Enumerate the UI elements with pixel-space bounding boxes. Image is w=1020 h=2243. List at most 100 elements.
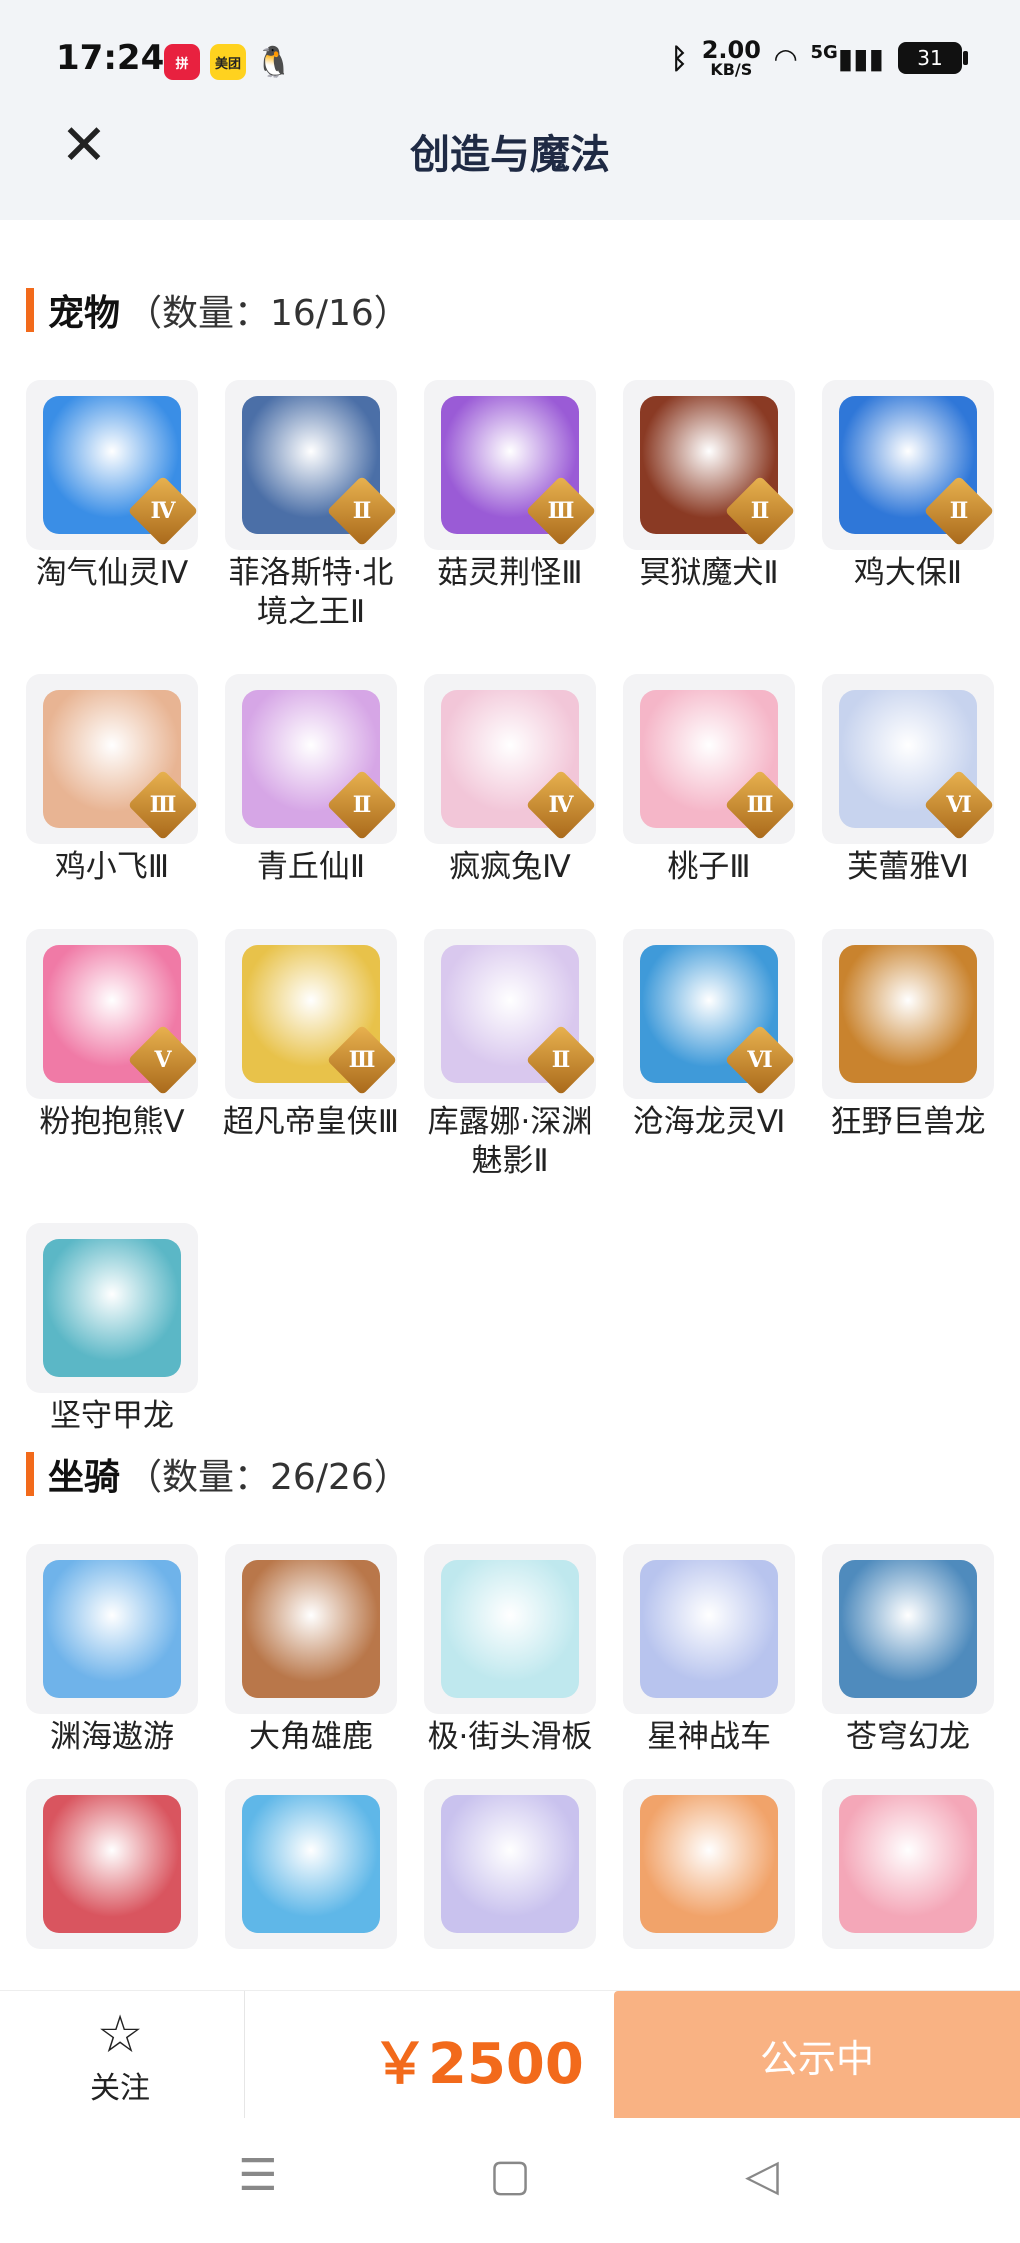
item-thumbnail: Ⅲ bbox=[623, 674, 795, 844]
item-art bbox=[839, 1795, 977, 1933]
grid-item[interactable]: 坚守甲龙 bbox=[26, 1223, 198, 1436]
top-bar: 17:24 拼 美团 🐧 ᛒ 2.00 KB/S ◠ 5G▮▮▮ 31 ✕ 创造与… bbox=[0, 0, 1020, 220]
item-label: 坚守甲龙 bbox=[50, 1398, 174, 1434]
rank-badge: Ⅱ bbox=[923, 475, 994, 547]
section-accent-bar bbox=[26, 288, 34, 332]
divider bbox=[244, 1991, 245, 2119]
grid-item[interactable]: 狂野巨兽龙 bbox=[822, 929, 994, 1181]
grid-item[interactable]: 苍穹幻龙 bbox=[822, 1544, 994, 1757]
grid-item[interactable]: 极·街头滑板 bbox=[424, 1544, 596, 1757]
item-thumbnail: Ⅳ bbox=[424, 674, 596, 844]
item-thumbnail: Ⅱ bbox=[225, 380, 397, 550]
rank-badge: Ⅲ bbox=[525, 475, 596, 547]
grid-item[interactable]: Ⅱ 青丘仙Ⅱ bbox=[225, 674, 397, 887]
section-accent-bar bbox=[26, 1452, 34, 1496]
item-art bbox=[441, 1560, 579, 1698]
item-label: 疯疯兔Ⅳ bbox=[449, 849, 571, 885]
item-label: 粉抱抱熊Ⅴ bbox=[39, 1104, 185, 1140]
item-label: 超凡帝皇侠Ⅲ bbox=[222, 1104, 400, 1140]
item-label: 桃子Ⅲ bbox=[667, 849, 751, 885]
item-label: 大角雄鹿 bbox=[249, 1719, 373, 1755]
grid-item[interactable]: Ⅳ 疯疯兔Ⅳ bbox=[424, 674, 596, 887]
signal-icon: 5G▮▮▮ bbox=[810, 41, 884, 75]
item-thumbnail: Ⅱ bbox=[225, 674, 397, 844]
item-art bbox=[43, 1560, 181, 1698]
item-label: 极·街头滑板 bbox=[427, 1719, 593, 1755]
grid-item[interactable]: Ⅲ 超凡帝皇侠Ⅲ bbox=[223, 929, 399, 1181]
item-thumbnail bbox=[26, 1223, 198, 1393]
item-label: 冥狱魔犬Ⅱ bbox=[639, 555, 779, 591]
rank-badge: Ⅵ bbox=[724, 1024, 795, 1096]
menu-icon[interactable]: ☰ bbox=[228, 2150, 288, 2201]
grid-item[interactable]: Ⅵ 芙蕾雅Ⅵ bbox=[822, 674, 994, 887]
item-thumbnail bbox=[623, 1544, 795, 1714]
grid-item[interactable]: Ⅲ 桃子Ⅲ bbox=[623, 674, 795, 887]
item-thumbnail bbox=[822, 929, 994, 1099]
item-thumbnail: Ⅱ bbox=[623, 380, 795, 550]
rank-badge: Ⅳ bbox=[525, 769, 596, 841]
item-thumbnail: Ⅱ bbox=[424, 929, 596, 1099]
item-art bbox=[43, 1795, 181, 1933]
rank-badge: Ⅱ bbox=[724, 475, 795, 547]
grid-item[interactable]: Ⅲ 鸡小飞Ⅲ bbox=[26, 674, 198, 887]
item-thumbnail: Ⅲ bbox=[26, 674, 198, 844]
status-time: 17:24 bbox=[56, 38, 165, 78]
grid-item[interactable]: Ⅱ 冥狱魔犬Ⅱ bbox=[623, 380, 795, 632]
grid-item[interactable]: 大角雄鹿 bbox=[225, 1544, 397, 1757]
grid-item[interactable] bbox=[225, 1779, 397, 1953]
system-nav-bar: ☰ ▢ ◁ bbox=[0, 2118, 1020, 2243]
grid-item[interactable]: 渊海遨游 bbox=[26, 1544, 198, 1757]
item-label: 菇灵荆怪Ⅲ bbox=[437, 555, 583, 591]
grid-item[interactable]: Ⅱ 鸡大保Ⅱ bbox=[822, 380, 994, 632]
grid-item[interactable] bbox=[424, 1779, 596, 1953]
item-art bbox=[640, 1560, 778, 1698]
grid-item[interactable]: Ⅴ 粉抱抱熊Ⅴ bbox=[26, 929, 198, 1181]
item-art bbox=[839, 1560, 977, 1698]
price: ￥2500 bbox=[372, 2032, 584, 2097]
grid-item[interactable]: Ⅲ 菇灵荆怪Ⅲ bbox=[424, 380, 596, 632]
grid-item[interactable]: Ⅳ 淘气仙灵Ⅳ bbox=[26, 380, 198, 632]
rank-badge: Ⅲ bbox=[127, 769, 198, 841]
back-icon[interactable]: ◁ bbox=[732, 2150, 792, 2201]
grid-item[interactable]: Ⅵ 沧海龙灵Ⅵ bbox=[623, 929, 795, 1181]
item-thumbnail bbox=[225, 1544, 397, 1714]
section-header-mounts: 坐骑 （数量：26/26） bbox=[26, 1452, 410, 1498]
grid-item[interactable]: 星神战车 bbox=[623, 1544, 795, 1757]
star-icon: ☆ bbox=[96, 2005, 144, 2065]
page-title: 创造与魔法 bbox=[410, 132, 610, 178]
item-thumbnail bbox=[424, 1779, 596, 1949]
bottom-action-bar: ☆ 关注 ￥2500 公示中 bbox=[0, 1990, 1020, 2119]
battery-icon: 31 bbox=[898, 42, 968, 74]
item-art bbox=[839, 945, 977, 1083]
item-label: 星神战车 bbox=[647, 1719, 771, 1755]
rank-badge: Ⅲ bbox=[326, 1024, 397, 1096]
grid-item[interactable] bbox=[26, 1779, 198, 1953]
follow-button[interactable]: ☆ 关注 bbox=[60, 2009, 180, 2107]
home-icon[interactable]: ▢ bbox=[480, 2150, 540, 2201]
rank-badge: Ⅱ bbox=[326, 475, 397, 547]
item-art bbox=[242, 1560, 380, 1698]
item-art bbox=[242, 1795, 380, 1933]
item-label: 库露娜·深渊魅影Ⅱ bbox=[427, 1104, 593, 1179]
section-count: （数量：26/26） bbox=[126, 1457, 410, 1498]
item-label: 渊海遨游 bbox=[50, 1719, 174, 1755]
item-label: 芙蕾雅Ⅵ bbox=[847, 849, 969, 885]
item-thumbnail bbox=[225, 1779, 397, 1949]
item-thumbnail: Ⅱ bbox=[822, 380, 994, 550]
grid-item[interactable]: Ⅱ 库露娜·深渊魅影Ⅱ bbox=[424, 929, 596, 1181]
item-thumbnail bbox=[822, 1544, 994, 1714]
status-app-icons: 拼 美团 🐧 bbox=[164, 44, 293, 80]
section-title: 宠物 bbox=[48, 293, 121, 334]
rank-badge: Ⅱ bbox=[326, 769, 397, 841]
item-thumbnail: Ⅳ bbox=[26, 380, 198, 550]
section-header-pets: 宠物 （数量：16/16） bbox=[26, 288, 410, 334]
item-thumbnail bbox=[26, 1544, 198, 1714]
status-button[interactable]: 公示中 bbox=[614, 1991, 1020, 2119]
item-thumbnail: Ⅴ bbox=[26, 929, 198, 1099]
grid-item[interactable] bbox=[822, 1779, 994, 1953]
rank-badge: Ⅳ bbox=[127, 475, 198, 547]
rank-badge: Ⅴ bbox=[127, 1024, 198, 1096]
content-scroll-area[interactable]: 宠物 （数量：16/16） Ⅳ 淘气仙灵Ⅳ Ⅱ 菲洛斯特·北境之王Ⅱ Ⅲ 菇灵荆怪Ⅲ Ⅱ 冥狱… bbox=[0, 220, 1020, 1990]
grid-item[interactable] bbox=[623, 1779, 795, 1953]
grid-item[interactable]: Ⅱ 菲洛斯特·北境之王Ⅱ bbox=[225, 380, 397, 632]
